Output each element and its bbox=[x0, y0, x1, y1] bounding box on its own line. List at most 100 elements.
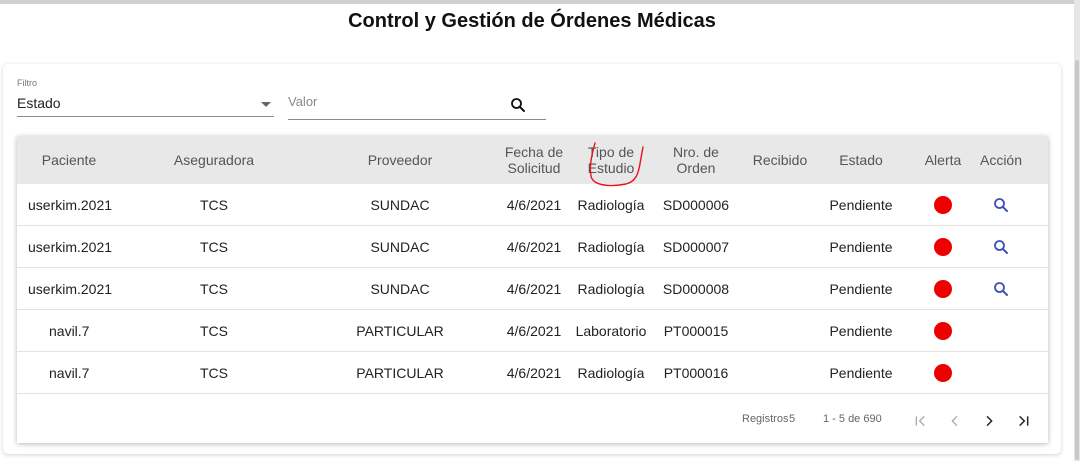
alert-dot-icon bbox=[934, 364, 952, 382]
header-nro-line2: Orden bbox=[676, 160, 716, 176]
cell-fecha: 4/6/2021 bbox=[506, 365, 562, 381]
alert-dot-icon bbox=[934, 196, 952, 214]
header-fecha-line1: Fecha de bbox=[504, 144, 564, 160]
cell-accion bbox=[969, 184, 1033, 226]
header-proveedor-label: Proveedor bbox=[367, 152, 433, 168]
header-tipo-estudio[interactable]: Tipo de Estudio bbox=[573, 136, 649, 184]
cell-estado: Pendiente bbox=[829, 197, 893, 213]
cell-fecha: 4/6/2021 bbox=[506, 239, 562, 255]
search-icon[interactable] bbox=[992, 196, 1010, 214]
alert-dot-icon bbox=[934, 238, 952, 256]
cell-nro-orden: SD000006 bbox=[662, 197, 730, 213]
cell-paciente: userkim.2021 bbox=[28, 281, 113, 297]
scrollbar-thumb[interactable] bbox=[1075, 60, 1079, 460]
page-range: 1 - 5 de 690 bbox=[823, 413, 882, 425]
header-fecha-solicitud[interactable]: Fecha de Solicitud bbox=[497, 136, 571, 184]
cell-aseguradora: TCS bbox=[200, 323, 228, 339]
dropdown-arrow-icon bbox=[261, 102, 271, 107]
cell-fecha: 4/6/2021 bbox=[506, 197, 562, 213]
header-paciente-label: Paciente bbox=[41, 152, 97, 168]
header-tipo-line2: Estudio bbox=[587, 160, 635, 176]
cell-alerta bbox=[917, 226, 969, 268]
cell-accion bbox=[969, 268, 1033, 310]
header-nro-orden[interactable]: Nro. de Orden bbox=[653, 136, 739, 184]
cell-nro-orden: SD000007 bbox=[662, 239, 730, 255]
table-row[interactable]: navil.7 TCS PARTICULAR 4/6/2021 Laborato… bbox=[17, 310, 1048, 352]
cell-recibido bbox=[745, 310, 815, 352]
cell-alerta bbox=[917, 310, 969, 352]
header-recibido-label: Recibido bbox=[752, 152, 808, 168]
header-alerta[interactable]: Alerta bbox=[917, 136, 969, 184]
value-input[interactable] bbox=[288, 90, 546, 120]
previous-page-icon[interactable] bbox=[944, 410, 966, 432]
cell-nro-orden: SD000008 bbox=[662, 281, 730, 297]
cell-recibido bbox=[745, 268, 815, 310]
orders-table: Paciente Aseguradora Proveedor Fecha de S… bbox=[17, 136, 1048, 443]
table-row[interactable]: navil.7 TCS PARTICULAR 4/6/2021 Radiolog… bbox=[17, 352, 1048, 394]
header-aseguradora[interactable]: Aseguradora bbox=[141, 136, 287, 184]
cell-proveedor: SUNDAC bbox=[370, 239, 430, 255]
page-title: Control y Gestión de Órdenes Médicas bbox=[348, 10, 716, 32]
header-paciente[interactable]: Paciente bbox=[17, 136, 121, 184]
cell-aseguradora: TCS bbox=[200, 197, 228, 213]
cell-proveedor: PARTICULAR bbox=[356, 323, 444, 339]
cell-estado: Pendiente bbox=[829, 323, 893, 339]
alert-dot-icon bbox=[934, 280, 952, 298]
header-accion-label: Acción bbox=[979, 152, 1023, 168]
search-icon[interactable] bbox=[509, 96, 527, 114]
cell-estado: Pendiente bbox=[829, 239, 893, 255]
table-row[interactable]: userkim.2021 TCS SUNDAC 4/6/2021 Radiolo… bbox=[17, 226, 1048, 268]
cell-alerta bbox=[917, 268, 969, 310]
cell-aseguradora: TCS bbox=[200, 365, 228, 381]
table-body: userkim.2021 TCS SUNDAC 4/6/2021 Radiolo… bbox=[17, 184, 1048, 394]
table-row[interactable]: userkim.2021 TCS SUNDAC 4/6/2021 Radiolo… bbox=[17, 268, 1048, 310]
cell-paciente: userkim.2021 bbox=[28, 239, 113, 255]
cell-recibido bbox=[745, 184, 815, 226]
cell-nro-orden: PT000015 bbox=[663, 323, 729, 339]
cell-nro-orden: PT000016 bbox=[663, 365, 729, 381]
table-header: Paciente Aseguradora Proveedor Fecha de S… bbox=[17, 136, 1048, 184]
cell-accion bbox=[969, 226, 1033, 268]
filter-select[interactable]: Estado bbox=[17, 92, 274, 117]
cell-tipo: Radiología bbox=[577, 197, 645, 213]
cell-paciente: navil.7 bbox=[49, 323, 90, 339]
search-icon[interactable] bbox=[992, 280, 1010, 298]
header-proveedor[interactable]: Proveedor bbox=[317, 136, 483, 184]
page-size-select[interactable]: 5 bbox=[789, 413, 795, 425]
filter-label: Filtro bbox=[17, 78, 37, 88]
scrollbar[interactable] bbox=[1074, 0, 1080, 461]
cell-aseguradora: TCS bbox=[200, 281, 228, 297]
header-fecha-line2: Solicitud bbox=[507, 160, 561, 176]
header-estado-label: Estado bbox=[839, 152, 883, 168]
last-page-icon[interactable] bbox=[1012, 410, 1034, 432]
cell-tipo: Laboratorio bbox=[575, 323, 647, 339]
cell-recibido bbox=[745, 352, 815, 394]
next-page-icon[interactable] bbox=[978, 410, 1000, 432]
cell-tipo: Radiología bbox=[577, 239, 645, 255]
cell-alerta bbox=[917, 352, 969, 394]
header-tipo-line1: Tipo de bbox=[587, 144, 635, 160]
search-icon[interactable] bbox=[992, 238, 1010, 256]
cell-fecha: 4/6/2021 bbox=[506, 281, 562, 297]
cell-recibido bbox=[745, 226, 815, 268]
cell-proveedor: SUNDAC bbox=[370, 281, 430, 297]
cell-aseguradora: TCS bbox=[200, 239, 228, 255]
cell-proveedor: SUNDAC bbox=[370, 197, 430, 213]
header-recibido[interactable]: Recibido bbox=[745, 136, 815, 184]
cell-tipo: Radiología bbox=[577, 281, 645, 297]
header-estado[interactable]: Estado bbox=[819, 136, 903, 184]
paginator: Registros 5 1 - 5 de 690 bbox=[17, 398, 1048, 443]
table-row[interactable]: userkim.2021 TCS SUNDAC 4/6/2021 Radiolo… bbox=[17, 184, 1048, 226]
header-nro-label: Nro. de Orden bbox=[673, 144, 719, 176]
alert-dot-icon bbox=[934, 322, 952, 340]
header-accion[interactable]: Acción bbox=[969, 136, 1033, 184]
header-alerta-label: Alerta bbox=[924, 152, 962, 168]
cell-alerta bbox=[917, 184, 969, 226]
header-aseguradora-label: Aseguradora bbox=[173, 152, 255, 168]
cell-accion bbox=[969, 352, 1033, 394]
first-page-icon[interactable] bbox=[910, 410, 932, 432]
page-size-label: Registros bbox=[742, 413, 789, 425]
cell-paciente: navil.7 bbox=[49, 365, 90, 381]
header-nro-line1: Nro. de bbox=[673, 144, 719, 160]
header-fecha-label: Fecha de Solicitud bbox=[505, 144, 563, 176]
